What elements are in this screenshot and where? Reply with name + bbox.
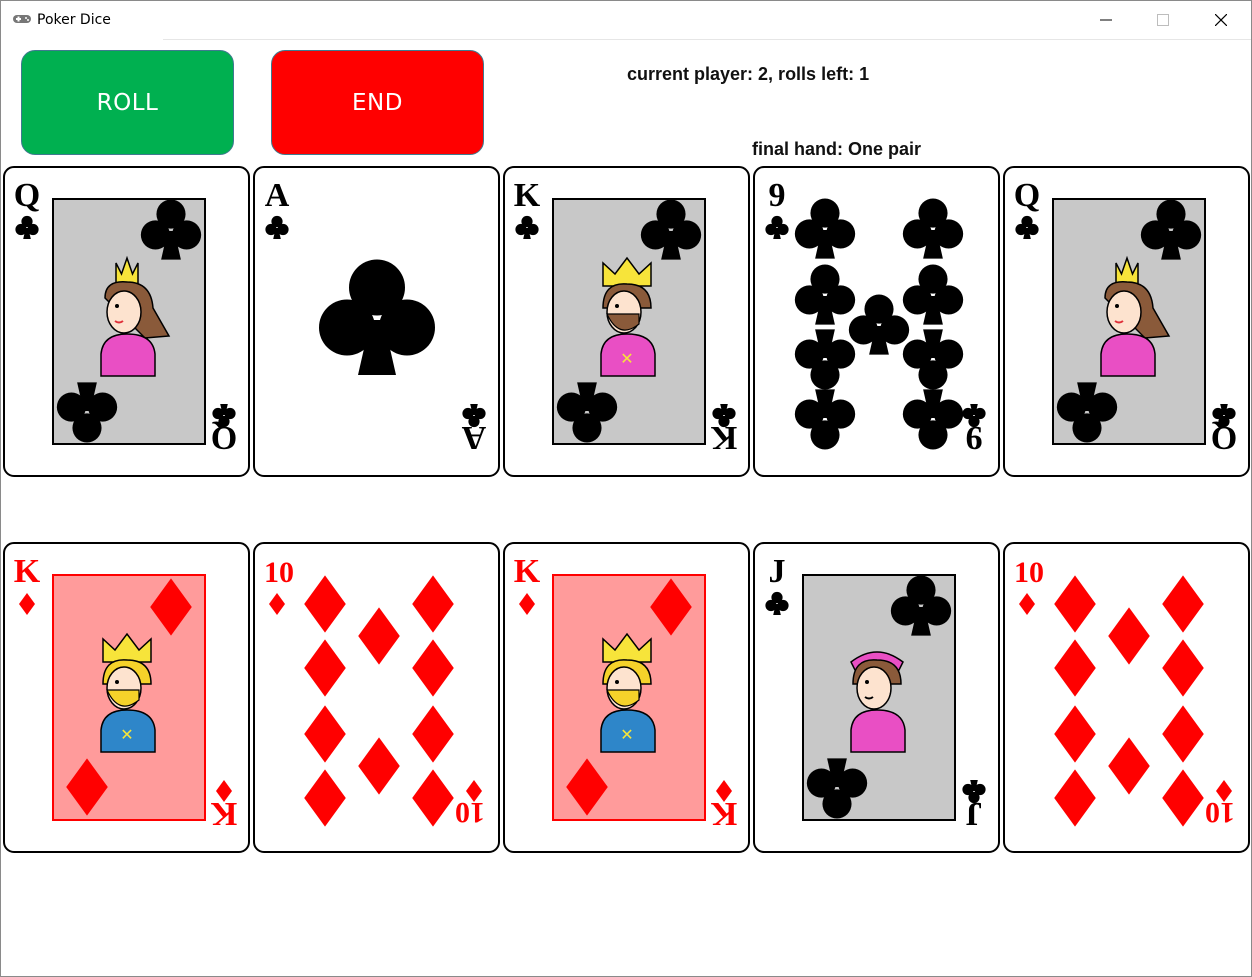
card-face: 10 10	[1014, 556, 1235, 829]
minimize-button[interactable]	[1077, 1, 1135, 39]
card-rank-top: Q	[14, 177, 40, 214]
card-10-of-diamonds[interactable]: 10 10	[253, 542, 500, 853]
card-j-of-clubs[interactable]: JJ	[753, 542, 1000, 853]
card-rank-top: J	[769, 553, 786, 590]
current-player-status: current player: 2, rolls left: 1	[627, 64, 870, 84]
card-k-of-diamonds[interactable]: K K ✕	[3, 542, 250, 853]
maximize-icon	[1157, 14, 1169, 26]
card-pip	[794, 329, 856, 390]
card-pip	[412, 769, 454, 827]
club-suit-icon	[515, 215, 539, 239]
card-pip	[1162, 639, 1204, 697]
card-k-of-clubs[interactable]: K K ✕	[503, 166, 750, 477]
card-pip	[794, 264, 856, 325]
minimize-icon	[1100, 19, 1112, 21]
card-rank-top: 10	[264, 556, 294, 589]
card-pip	[304, 575, 346, 633]
club-suit-icon	[765, 591, 789, 615]
svg-text:✕: ✕	[120, 725, 133, 744]
svg-text:✕: ✕	[620, 349, 633, 368]
card-k-of-diamonds[interactable]: K K ✕	[503, 542, 750, 853]
card-pip	[1054, 705, 1096, 763]
window-title: Poker Dice	[37, 12, 111, 28]
card-pip	[304, 769, 346, 827]
club-suit-icon	[15, 215, 39, 239]
maximize-button[interactable]	[1134, 1, 1192, 39]
title-bar[interactable]: Poker Dice	[1, 1, 1251, 40]
card-pip	[1054, 575, 1096, 633]
card-q-of-clubs[interactable]: QQ	[3, 166, 250, 477]
card-rank-bottom: 10	[1205, 796, 1235, 829]
card-pip	[304, 705, 346, 763]
close-icon	[1215, 14, 1227, 26]
card-pip	[794, 198, 856, 259]
card-rank-top: Q	[1014, 177, 1040, 214]
card-pip	[848, 294, 910, 355]
card-pip	[358, 607, 400, 665]
card-face: KK✕	[514, 177, 737, 456]
final-hand-label: final hand: One pair	[752, 139, 922, 159]
diamond-suit-icon	[519, 593, 535, 615]
card-pip	[1054, 639, 1096, 697]
title-tab: Poker Dice	[1, 1, 163, 40]
card-rank-top: K	[514, 553, 541, 590]
card-face: QQ	[1014, 177, 1237, 456]
card-pip	[1108, 607, 1150, 665]
diamond-suit-icon	[19, 593, 35, 615]
card-pip	[1162, 705, 1204, 763]
card-q-of-clubs[interactable]: QQ	[1003, 166, 1250, 477]
card-rank-top: K	[14, 553, 41, 590]
card-rank-top: 10	[1014, 556, 1044, 589]
gamepad-icon	[13, 15, 31, 23]
card-rank-top: A	[265, 177, 290, 214]
ace-center-pip	[319, 259, 435, 375]
card-pip	[1108, 737, 1150, 795]
card-face: 10 10	[264, 556, 485, 829]
card-pip	[1162, 769, 1204, 827]
card-pip	[412, 575, 454, 633]
card-pip	[902, 389, 964, 450]
card-a-of-clubs[interactable]: AA	[253, 166, 500, 477]
card-pip	[304, 639, 346, 697]
title-divider	[163, 39, 1251, 40]
club-suit-icon	[765, 215, 789, 239]
card-10-of-diamonds[interactable]: 10 10	[1003, 542, 1250, 853]
close-button[interactable]	[1192, 1, 1250, 39]
card-face: KK✕	[14, 553, 237, 832]
card-9-of-clubs[interactable]: 99	[753, 166, 1000, 477]
diamond-suit-icon	[269, 593, 285, 615]
card-pip	[412, 705, 454, 763]
club-suit-icon	[1015, 215, 1039, 239]
card-face: AA	[265, 177, 487, 456]
end-button[interactable]: END	[271, 50, 484, 155]
card-face: QQ	[14, 177, 237, 456]
card-face: KK✕	[514, 553, 737, 832]
card-rank-top: K	[514, 177, 541, 214]
svg-text:✕: ✕	[620, 725, 633, 744]
card-pip	[412, 639, 454, 697]
diamond-suit-icon	[1019, 593, 1035, 615]
card-pip	[358, 737, 400, 795]
card-pip	[902, 329, 964, 390]
card-face: JJ	[765, 553, 986, 832]
roll-button[interactable]: ROLL	[21, 50, 234, 155]
card-pip	[902, 198, 964, 259]
poker-dice-window: Poker Dice ROLL END current player: 2, r…	[0, 0, 1252, 977]
card-face: 99	[765, 177, 986, 456]
card-pip	[1162, 575, 1204, 633]
card-pip	[794, 389, 856, 450]
club-suit-icon	[265, 215, 289, 239]
card-pip	[1054, 769, 1096, 827]
card-rank-bottom: 10	[455, 796, 485, 829]
card-pip	[902, 264, 964, 325]
card-rank-top: 9	[769, 177, 786, 214]
